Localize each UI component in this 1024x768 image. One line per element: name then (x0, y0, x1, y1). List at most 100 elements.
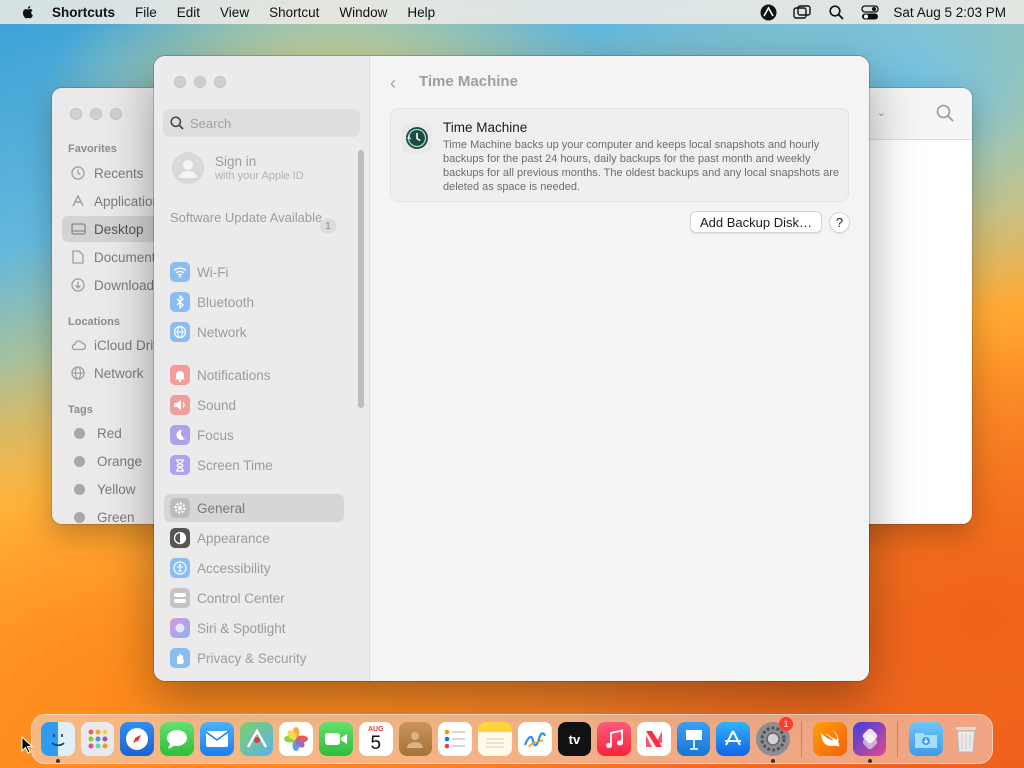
sidebar-item-label: Accessibility (197, 560, 271, 576)
finder-item-label: Green (97, 509, 135, 525)
sidebar-item-network[interactable]: Network (164, 318, 344, 346)
settings-main-pane: ‹ Time Machine Time Machine Time Machine… (370, 56, 869, 681)
signin-title: Sign in (215, 154, 257, 169)
tag-dot-icon (74, 483, 85, 495)
menu-help[interactable]: Help (407, 5, 435, 20)
settings-zoom-button[interactable] (214, 76, 226, 88)
search-icon[interactable] (936, 104, 954, 125)
finder-zoom-button[interactable] (110, 108, 122, 120)
swift-playgrounds-dock-icon[interactable] (812, 722, 847, 756)
bluetooth-icon (170, 292, 190, 312)
back-chevron-icon[interactable]: ‹ (390, 73, 396, 94)
dock-separator (897, 721, 899, 757)
sidebar-item-screen-time[interactable]: Screen Time (164, 451, 344, 479)
apple-tv-dock-icon[interactable]: tv (557, 722, 592, 756)
finder-section-favorites: Favorites (68, 143, 117, 155)
freeform-dock-icon[interactable] (517, 722, 552, 756)
sidebar-scrollbar[interactable] (358, 150, 364, 408)
mail-dock-icon[interactable] (199, 722, 234, 756)
help-button[interactable]: ? (829, 212, 850, 233)
sidebar-item-label: Control Center (197, 590, 285, 606)
add-backup-disk-button[interactable]: Add Backup Disk… (690, 211, 822, 233)
keynote-dock-icon[interactable] (676, 722, 711, 756)
globe-icon (70, 365, 86, 381)
siri-icon (170, 618, 190, 638)
finder-section-tags: Tags (68, 404, 93, 416)
app-store-dock-icon[interactable] (716, 722, 751, 756)
system-settings-dock-icon[interactable]: 1 (756, 717, 793, 763)
facetime-dock-icon[interactable] (319, 722, 353, 756)
sidebar-item-accessibility[interactable]: Accessibility (164, 554, 344, 582)
contacts-dock-icon[interactable] (398, 722, 433, 756)
trash-dock-icon[interactable] (949, 722, 983, 756)
maps-dock-icon[interactable] (239, 722, 274, 756)
sidebar-item-label: Siri & Spotlight (197, 620, 286, 636)
sidebar-item-control-center[interactable]: Control Center (164, 584, 344, 612)
clock-icon (70, 165, 86, 181)
sidebar-item-label: General (197, 500, 246, 516)
cloud-icon (70, 337, 86, 353)
accessibility-status-icon[interactable] (759, 4, 777, 20)
spotlight-search-icon[interactable] (827, 4, 845, 20)
photos-dock-icon[interactable] (279, 722, 314, 756)
software-update-label[interactable]: Software Update Available (170, 210, 340, 226)
finder-dock-icon[interactable] (41, 722, 75, 763)
menu-clock[interactable]: Sat Aug 5 2:03 PM (893, 5, 1006, 20)
tag-dot-icon (74, 455, 85, 467)
sidebar-item-label: Privacy & Security (197, 650, 307, 666)
settings-search-field[interactable]: Search (163, 109, 360, 137)
hourglass-icon (170, 455, 190, 475)
finder-item-label: Downloads (94, 277, 161, 293)
sidebar-item-siri-spotlight[interactable]: Siri & Spotlight (164, 614, 344, 642)
sidebar-item-label: Sound (197, 397, 237, 413)
finder-item-label: Recents (94, 165, 144, 181)
menu-edit[interactable]: Edit (177, 5, 200, 20)
notes-dock-icon[interactable] (478, 722, 512, 756)
finder-minimize-button[interactable] (90, 108, 102, 120)
apple-menu-icon[interactable] (20, 4, 36, 20)
launchpad-dock-icon[interactable] (80, 722, 115, 756)
running-indicator (867, 759, 872, 763)
avatar-icon (172, 152, 204, 184)
finder-item-label: Network (94, 365, 144, 381)
sidebar-item-privacy-security[interactable]: Privacy & Security (164, 644, 344, 672)
menu-view[interactable]: View (220, 5, 249, 20)
finder-close-button[interactable] (70, 108, 82, 120)
system-settings-window[interactable]: Search Sign in with your Apple ID Softwa… (154, 56, 869, 681)
screen-mirroring-icon[interactable] (793, 4, 812, 20)
bell-icon (170, 365, 190, 385)
menu-window[interactable]: Window (339, 5, 387, 20)
sidebar-item-appearance[interactable]: Appearance (164, 524, 344, 552)
finder-section-locations: Locations (68, 316, 120, 328)
news-dock-icon[interactable] (637, 722, 671, 756)
finder-item-label: Yellow (97, 481, 136, 497)
settings-minimize-button[interactable] (194, 76, 206, 88)
downloads-folder-dock-icon[interactable] (909, 722, 944, 756)
settings-sidebar: Search Sign in with your Apple ID Softwa… (154, 56, 370, 681)
sidebar-item-notifications[interactable]: Notifications (164, 361, 344, 389)
sidebar-item-sound[interactable]: Sound (164, 391, 344, 419)
menu-shortcut[interactable]: Shortcut (269, 5, 319, 20)
gear-icon (170, 498, 190, 518)
finder-item-label: Documents (94, 249, 163, 265)
music-dock-icon[interactable] (597, 722, 632, 756)
sidebar-item-wifi[interactable]: Wi-Fi (164, 258, 344, 286)
sidebar-item-general[interactable]: General (164, 494, 344, 522)
time-machine-description: Time Machine backs up your computer and … (443, 139, 840, 193)
shortcuts-dock-icon[interactable] (852, 722, 887, 763)
calendar-dock-icon[interactable]: AUG 5 (358, 722, 393, 756)
safari-dock-icon[interactable] (120, 722, 155, 756)
sidebar-item-focus[interactable]: Focus (164, 421, 344, 449)
sidebar-item-bluetooth[interactable]: Bluetooth (164, 288, 344, 316)
control-center-icon[interactable] (861, 4, 880, 20)
apple-id-signin[interactable]: Sign in with your Apple ID (172, 152, 304, 184)
messages-dock-icon[interactable] (160, 722, 194, 756)
time-machine-title: Time Machine (443, 120, 528, 135)
settings-close-button[interactable] (174, 76, 186, 88)
control-center-icon (170, 588, 190, 608)
reminders-dock-icon[interactable] (438, 722, 473, 756)
running-indicator (56, 759, 60, 763)
menu-file[interactable]: File (135, 5, 157, 20)
menu-app-name[interactable]: Shortcuts (52, 5, 115, 20)
chevron-down-icon[interactable]: ⌄ (877, 106, 886, 119)
